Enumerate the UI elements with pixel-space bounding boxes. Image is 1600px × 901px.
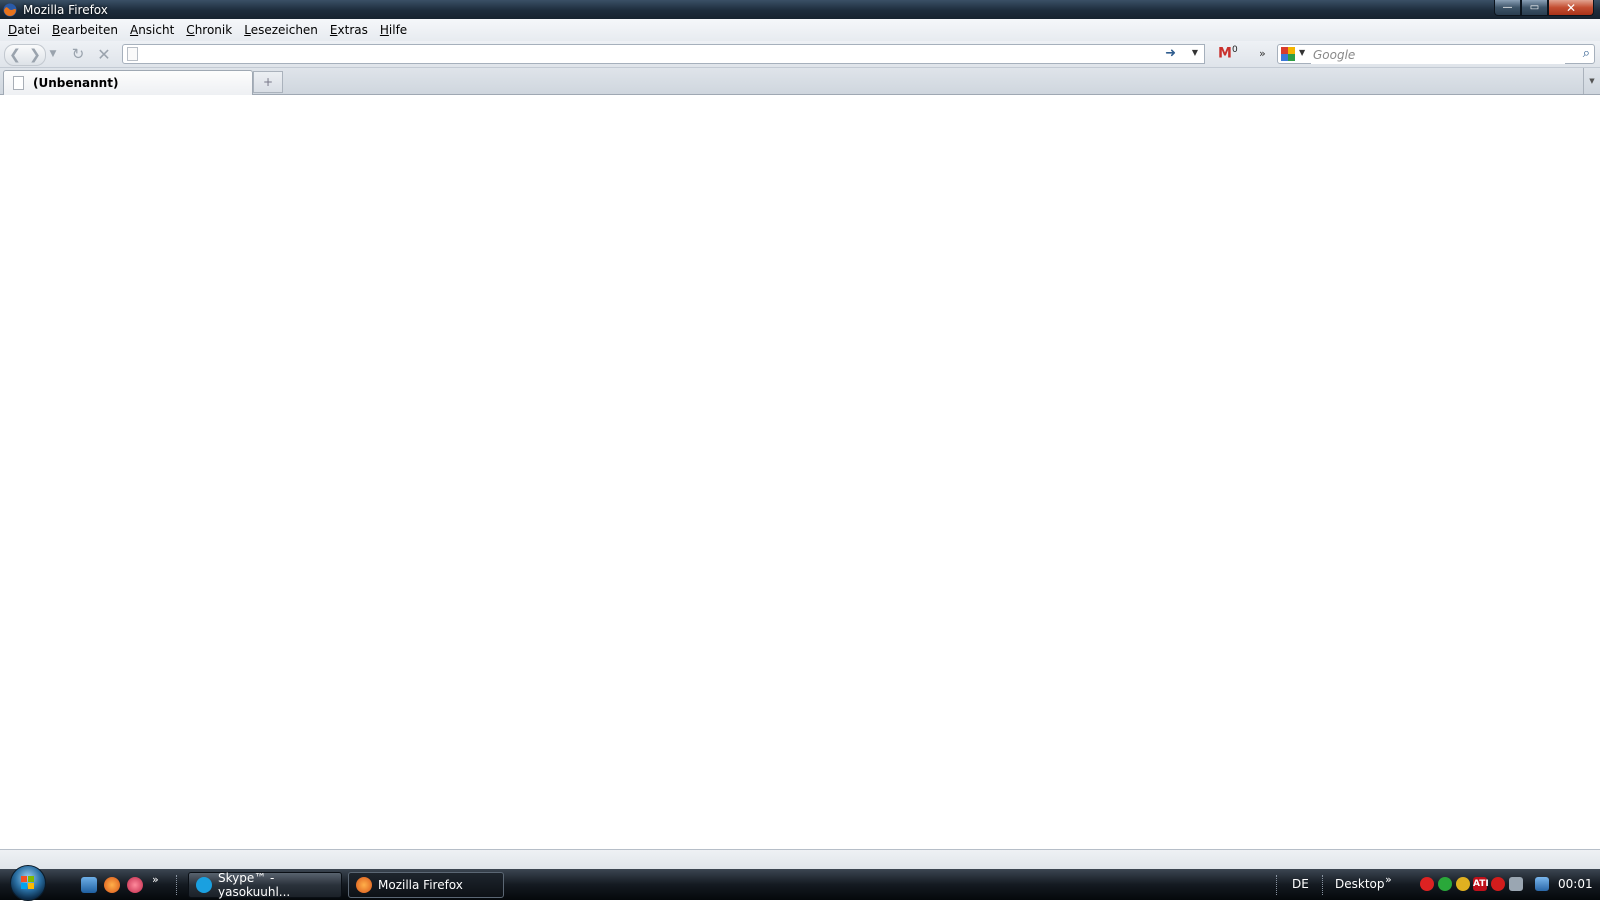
page-icon	[127, 47, 138, 61]
window-controls: — ▭ ✕	[1494, 0, 1594, 16]
url-input[interactable]	[145, 46, 1149, 64]
tab-label: (Unbenannt)	[33, 76, 119, 90]
start-button[interactable]	[10, 865, 46, 901]
taskbar-button-label: Skype™ - yasokuuhl...	[218, 871, 291, 899]
maximize-button[interactable]: ▭	[1521, 0, 1548, 16]
taskbar-grip[interactable]	[176, 875, 181, 895]
desktop-toolbar-label[interactable]: Desktop	[1335, 877, 1385, 891]
search-bar[interactable]: ▼ ⌕	[1277, 44, 1595, 64]
page-content[interactable]	[0, 95, 1600, 849]
menu-ansicht[interactable]: Ansicht	[124, 19, 180, 41]
minimize-button[interactable]: —	[1494, 0, 1521, 16]
security-alert-icon[interactable]	[1420, 877, 1434, 891]
chevron-down-icon: ▼	[1589, 77, 1595, 85]
volume-icon[interactable]	[1509, 877, 1523, 891]
forward-arrow-icon: ❯	[29, 47, 41, 63]
url-bar[interactable]: ➜ ▼	[122, 44, 1205, 64]
check-shield-icon[interactable]	[1438, 877, 1452, 891]
taskbar-grip[interactable]	[1276, 875, 1281, 895]
firefox-icon	[356, 877, 372, 893]
menu-chronik[interactable]: Chronik	[180, 19, 238, 41]
network-users-icon[interactable]	[1456, 877, 1470, 891]
firefox-quicklaunch-icon[interactable]	[104, 877, 120, 893]
new-tab-button[interactable]: +	[253, 71, 283, 93]
reload-button[interactable]: ↻	[68, 44, 88, 64]
chevron-down-icon: ▼	[49, 49, 57, 59]
url-history-dropdown-icon[interactable]: ▼	[1192, 48, 1198, 57]
window-title: Mozilla Firefox	[23, 2, 108, 17]
windows-logo-icon	[21, 876, 35, 890]
app-quicklaunch-icon[interactable]	[127, 877, 143, 893]
skype-icon	[196, 877, 212, 893]
navigation-toolbar: ❮ ❯ ▼ ↻ ✕ ➜ ▼ M0 » ▼ ⌕	[0, 41, 1600, 68]
taskbar-button-firefox[interactable]: Mozilla Firefox	[348, 872, 504, 898]
tab-unbenannt[interactable]: (Unbenannt)	[3, 70, 253, 95]
search-input[interactable]	[1311, 46, 1565, 64]
tab-strip: (Unbenannt) + ▼	[0, 68, 1600, 95]
windows-taskbar: » Skype™ - yasokuuhl... Mozilla Firefox …	[0, 865, 1600, 901]
back-button[interactable]: ❮	[4, 44, 26, 66]
reload-icon: ↻	[71, 45, 85, 63]
gmail-notifier-button[interactable]: M0	[1218, 45, 1238, 62]
network-icon[interactable]	[1535, 877, 1549, 891]
antivirus-umbrella-icon[interactable]	[1491, 877, 1505, 891]
page-icon	[13, 76, 24, 90]
menu-datei[interactable]: Datei	[2, 19, 46, 41]
menu-extras[interactable]: Extras	[324, 19, 374, 41]
taskbar-button-label: Mozilla Firefox	[378, 878, 463, 892]
go-arrow-icon[interactable]: ➜	[1165, 46, 1176, 61]
close-button[interactable]: ✕	[1548, 0, 1594, 16]
show-desktop-icon[interactable]	[81, 877, 97, 893]
google-icon[interactable]	[1281, 47, 1295, 61]
history-dropdown-button[interactable]: ▼	[47, 44, 59, 64]
menu-lesezeichen[interactable]: Lesezeichen	[238, 19, 324, 41]
taskbar-grip[interactable]	[1322, 875, 1327, 895]
stop-icon: ✕	[97, 44, 111, 64]
desktop-toolbar-chevron[interactable]: »	[1385, 873, 1392, 886]
menu-bearbeiten[interactable]: Bearbeiten	[46, 19, 124, 41]
forward-button[interactable]: ❯	[25, 44, 46, 66]
toolbar-overflow-chevron[interactable]: »	[1259, 47, 1266, 60]
gmail-icon: M	[1218, 45, 1232, 62]
back-arrow-icon: ❮	[9, 47, 21, 63]
ati-icon[interactable]: ATI	[1473, 877, 1489, 891]
clock[interactable]: 00:01	[1558, 877, 1593, 891]
gmail-count: 0	[1231, 45, 1238, 55]
language-indicator[interactable]: DE	[1292, 877, 1309, 891]
magnifier-icon[interactable]: ⌕	[1583, 46, 1590, 61]
stop-button[interactable]: ✕	[94, 44, 114, 64]
taskbar-button-skype[interactable]: Skype™ - yasokuuhl...	[188, 871, 342, 899]
firefox-logo-icon	[3, 3, 17, 16]
quicklaunch-chevron[interactable]: »	[152, 873, 159, 886]
menu-hilfe[interactable]: Hilfe	[374, 19, 413, 41]
title-bar[interactable]: Mozilla Firefox — ▭ ✕	[0, 0, 1600, 19]
search-engine-dropdown-icon[interactable]: ▼	[1299, 48, 1305, 57]
status-bar	[0, 849, 1600, 869]
menu-bar: Datei Bearbeiten Ansicht Chronik Lesezei…	[0, 19, 1600, 41]
tab-list-button[interactable]: ▼	[1583, 68, 1600, 94]
